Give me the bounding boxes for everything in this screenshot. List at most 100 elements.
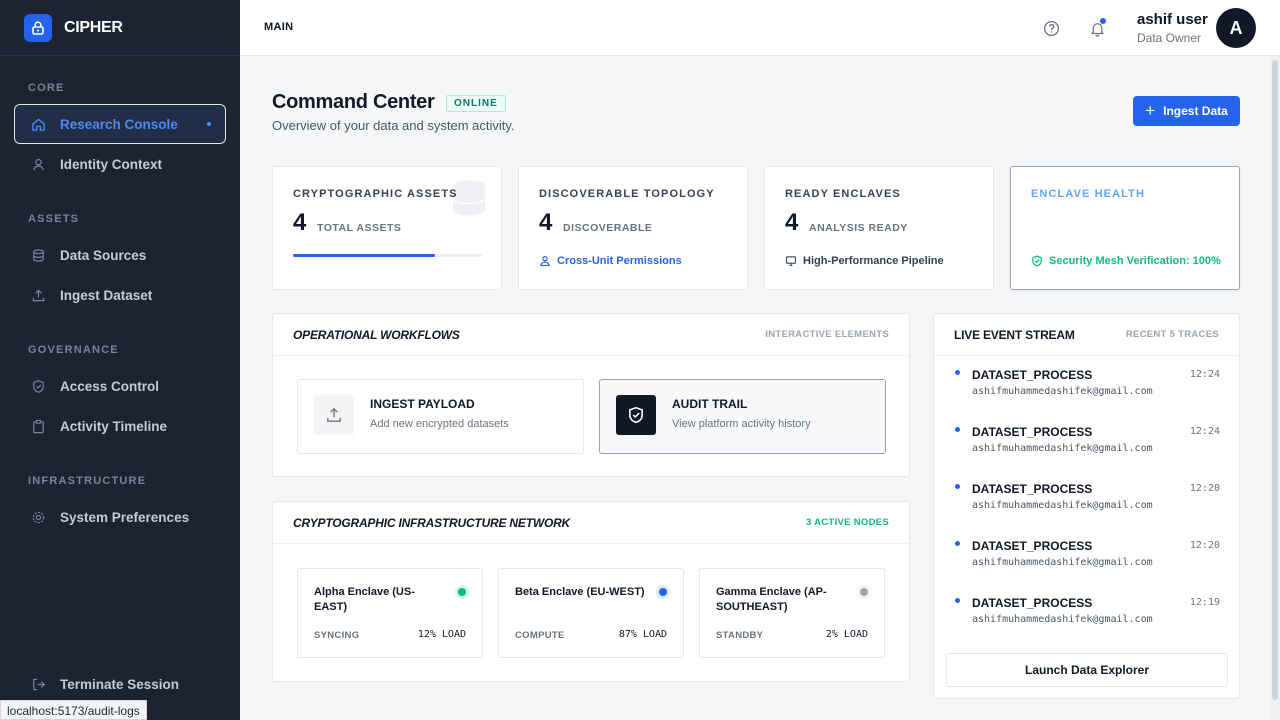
avatar[interactable]: A <box>1216 8 1256 48</box>
panel-title: OPERATIONAL WORKFLOWS <box>293 328 460 342</box>
event-time: 12:20 <box>1189 540 1220 551</box>
live-event-stream-panel: LIVE EVENT STREAM RECENT 5 TRACES DATASE… <box>933 313 1240 699</box>
node-status-dot <box>659 588 667 596</box>
stat-foot-label: Security Mesh Verification: 100% <box>1049 255 1221 267</box>
upload-icon <box>314 395 354 435</box>
panel-title: LIVE EVENT STREAM <box>954 328 1075 342</box>
stat-unit: TOTAL ASSETS <box>317 222 402 234</box>
event-dot <box>955 370 960 375</box>
sidebar-item-system-preferences[interactable]: System Preferences <box>14 497 226 537</box>
status-badge: ONLINE <box>446 95 506 112</box>
stat-label: READY ENCLAVES <box>785 188 901 200</box>
sidebar-item-research-console[interactable]: Research Console <box>14 104 226 144</box>
workflow-title: AUDIT TRAIL <box>672 397 748 411</box>
shield-icon <box>30 378 46 394</box>
page-subtitle: Overview of your data and system activit… <box>272 118 515 133</box>
plus-icon: + <box>1145 101 1156 120</box>
sidebar-item-ingest-dataset[interactable]: Ingest Dataset <box>14 275 226 315</box>
event-name: DATASET_PROCESS <box>972 482 1093 496</box>
page-title: Command Center <box>272 91 435 113</box>
event-row[interactable]: DATASET_PROCESS 12:20 ashifmuhammedashif… <box>934 528 1240 585</box>
stat-unit: ANALYSIS READY <box>809 222 908 234</box>
stat-value: 4 <box>293 209 307 236</box>
section-assets: ASSETS <box>28 213 80 225</box>
event-user: ashifmuhammedashifek@gmail.com <box>972 386 1153 397</box>
event-name: DATASET_PROCESS <box>972 539 1093 553</box>
section-core: CORE <box>28 82 65 94</box>
sidebar-item-label: Activity Timeline <box>60 418 168 434</box>
gear-icon <box>30 509 46 525</box>
event-row[interactable]: DATASET_PROCESS 12:19 ashifmuhammedashif… <box>934 585 1240 642</box>
users-icon <box>539 255 551 267</box>
scrollbar[interactable] <box>1270 56 1280 720</box>
event-time: 12:24 <box>1189 426 1220 437</box>
sidebar: CIPHER CORE Research Console Identity Co… <box>0 0 240 720</box>
stat-unit: DISCOVERABLE <box>563 222 653 234</box>
stat-foot-label: Cross-Unit Permissions <box>557 255 682 267</box>
security-mesh-status: Security Mesh Verification: 100% <box>1031 255 1221 267</box>
node-load: 2% LOAD <box>825 629 868 640</box>
workflow-desc: Add new encrypted datasets <box>370 418 509 430</box>
event-dot <box>955 598 960 603</box>
status-url: localhost:5173/audit-logs <box>0 700 147 720</box>
node-card-beta[interactable]: Beta Enclave (EU-WEST) COMPUTE 87% LOAD <box>498 568 684 658</box>
app-name: CIPHER <box>64 18 123 36</box>
event-user: ashifmuhammedashifek@gmail.com <box>972 443 1153 454</box>
node-name: Gamma Enclave (AP-SOUTHEAST) <box>716 586 827 613</box>
terminate-session-button[interactable]: Terminate Session <box>14 664 226 704</box>
top-bar: MAIN ashif user Data Owner A <box>240 0 1280 56</box>
node-status-dot <box>860 588 868 596</box>
ingest-payload-card[interactable]: INGEST PAYLOAD Add new encrypted dataset… <box>297 379 584 454</box>
help-icon[interactable] <box>1040 17 1062 39</box>
event-time: 12:20 <box>1189 483 1220 494</box>
stat-card-cryptographic-assets[interactable]: CRYPTOGRAPHIC ASSETS 4 TOTAL ASSETS <box>272 166 502 290</box>
sidebar-item-label: Research Console <box>60 116 178 132</box>
bell-icon[interactable] <box>1086 17 1108 39</box>
progress-bar <box>293 254 482 257</box>
cross-unit-permissions-link[interactable]: Cross-Unit Permissions <box>539 255 682 267</box>
progress-fill <box>293 254 435 257</box>
node-status: STANDBY <box>716 630 764 641</box>
stat-card-enclave-health[interactable]: ENCLAVE HEALTH Security Mesh Verificatio… <box>1010 166 1240 290</box>
database-icon <box>30 247 46 263</box>
event-row[interactable]: DATASET_PROCESS 12:24 ashifmuhammedashif… <box>934 414 1240 471</box>
event-row[interactable]: DATASET_PROCESS 12:20 ashifmuhammedashif… <box>934 471 1240 528</box>
event-user: ashifmuhammedashifek@gmail.com <box>972 614 1153 625</box>
event-time: 12:19 <box>1189 597 1220 608</box>
event-dot <box>955 427 960 432</box>
node-status: SYNCING <box>314 630 360 641</box>
panel-meta: RECENT 5 TRACES <box>1125 329 1219 340</box>
stat-card-ready-enclaves[interactable]: READY ENCLAVES 4 ANALYSIS READY High-Per… <box>764 166 994 290</box>
sidebar-item-access-control[interactable]: Access Control <box>14 366 226 406</box>
lock-icon <box>24 13 52 42</box>
sidebar-item-identity-context[interactable]: Identity Context <box>14 144 226 184</box>
brand[interactable]: CIPHER <box>0 0 240 56</box>
node-card-alpha[interactable]: Alpha Enclave (US-EAST) SYNCING 12% LOAD <box>297 568 483 658</box>
shield-check-icon <box>616 395 656 435</box>
scrollbar-thumb[interactable] <box>1272 60 1278 700</box>
stat-label: DISCOVERABLE TOPOLOGY <box>539 188 715 200</box>
panel-title: CRYPTOGRAPHIC INFRASTRUCTURE NETWORK <box>293 516 571 530</box>
event-name: DATASET_PROCESS <box>972 596 1093 610</box>
event-name: DATASET_PROCESS <box>972 425 1093 439</box>
stat-card-discoverable-topology[interactable]: DISCOVERABLE TOPOLOGY 4 DISCOVERABLE Cro… <box>518 166 748 290</box>
event-row[interactable]: DATASET_PROCESS 12:24 ashifmuhammedashif… <box>934 357 1240 414</box>
logout-icon <box>30 676 46 692</box>
stat-value: 4 <box>539 209 553 236</box>
shield-check-icon <box>1031 255 1043 267</box>
ingest-data-button[interactable]: + Ingest Data <box>1133 96 1240 126</box>
infrastructure-network-panel: CRYPTOGRAPHIC INFRASTRUCTURE NETWORK 3 A… <box>272 501 910 682</box>
launch-data-explorer-button[interactable]: Launch Data Explorer <box>946 653 1228 687</box>
sidebar-item-activity-timeline[interactable]: Activity Timeline <box>14 406 226 446</box>
user-icon <box>30 156 46 172</box>
section-governance: GOVERNANCE <box>28 344 119 356</box>
sidebar-item-label: Data Sources <box>60 247 147 263</box>
node-card-gamma[interactable]: Gamma Enclave (AP-SOUTHEAST) STANDBY 2% … <box>699 568 885 658</box>
audit-trail-card[interactable]: AUDIT TRAIL View platform activity histo… <box>599 379 886 454</box>
clipboard-icon <box>30 418 46 434</box>
ingest-data-label: Ingest Data <box>1163 104 1228 118</box>
stat-label: ENCLAVE HEALTH <box>1031 188 1145 200</box>
event-time: 12:24 <box>1189 369 1220 380</box>
pipeline-label: High-Performance Pipeline <box>785 255 944 267</box>
sidebar-item-data-sources[interactable]: Data Sources <box>14 235 226 275</box>
